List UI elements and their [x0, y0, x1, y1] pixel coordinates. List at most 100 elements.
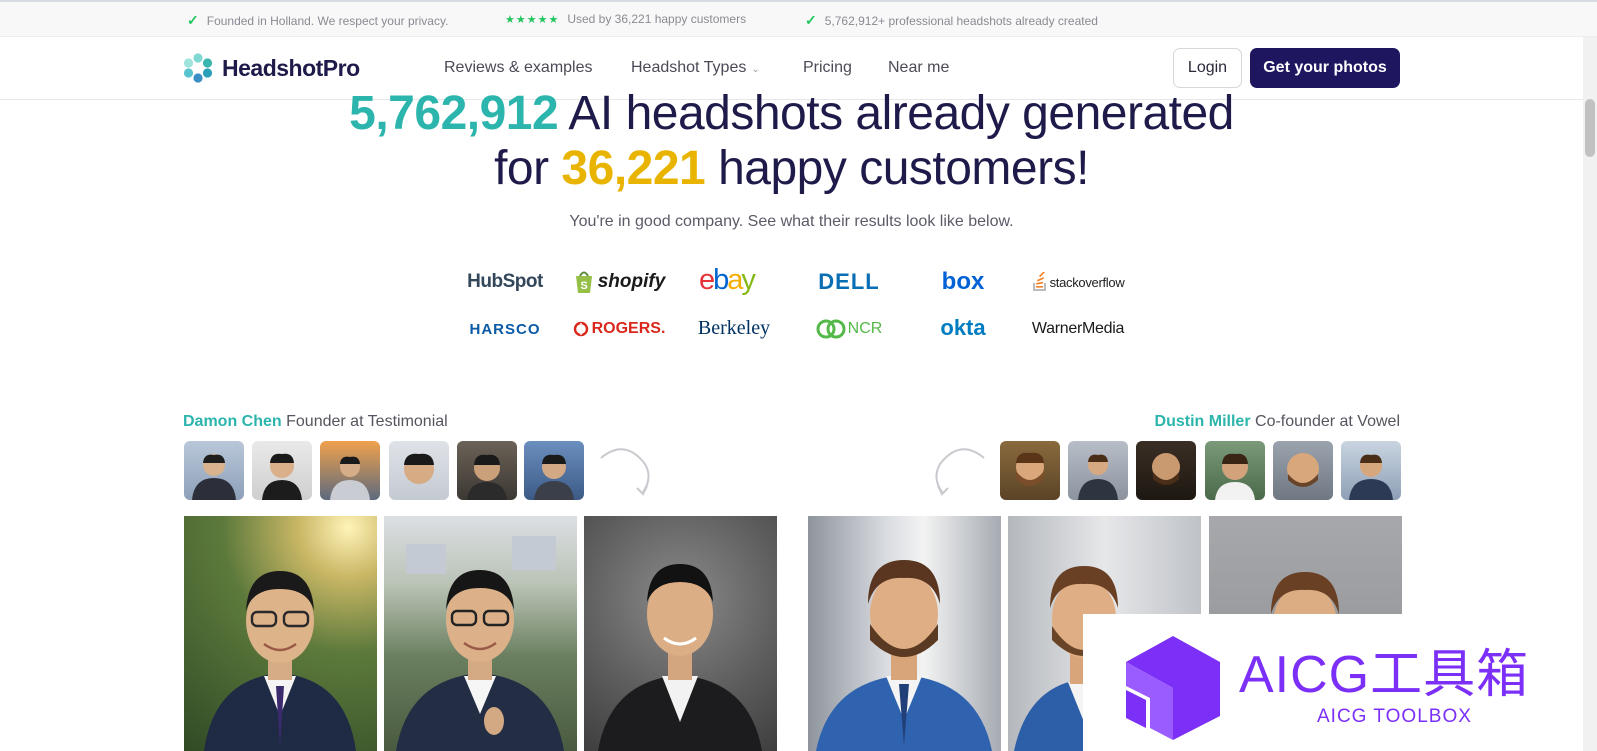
- nav-link-near-me[interactable]: Near me: [888, 59, 949, 77]
- person-icon: [1349, 454, 1393, 500]
- scrollbar-thumb[interactable]: [1585, 99, 1595, 157]
- hero-text: for: [494, 142, 562, 195]
- input-photo-thumbnail[interactable]: [1068, 441, 1128, 500]
- five-stars-icon: ★★★★★: [505, 13, 560, 26]
- shopify-bag-icon: S: [575, 271, 592, 293]
- aicg-cube-logo-icon: [1126, 636, 1220, 740]
- person-role: Founder at Testimonial: [286, 413, 448, 430]
- stackoverflow-icon: [1032, 272, 1046, 291]
- stackoverflow-logo: stackoverflow: [1024, 268, 1132, 296]
- rogers-logo: ROGERS.: [565, 315, 673, 343]
- person-icon: [330, 456, 370, 500]
- topbar-text: Founded in Holland. We respect your priv…: [206, 13, 449, 28]
- topbar-item-customers: ★★★★★ Used by 36,221 happy customers: [505, 12, 746, 26]
- hubspot-logo: HubSpot: [451, 268, 559, 296]
- dell-logo: DELL: [795, 268, 903, 296]
- logo-text: Berkeley: [697, 316, 771, 339]
- person-name: Dustin Miller: [1154, 413, 1251, 430]
- input-photo-thumbnail[interactable]: [252, 441, 312, 500]
- nav-link-pricing[interactable]: Pricing: [803, 59, 852, 77]
- input-photo-thumbnail[interactable]: [184, 441, 244, 500]
- headshot-count: 5,762,912: [349, 87, 559, 140]
- logo-text: HARSCO: [469, 320, 541, 338]
- person-icon: [467, 454, 507, 500]
- logo-text: WarnerMedia: [1031, 320, 1125, 337]
- person-icon: [534, 454, 574, 500]
- brand-logo[interactable]: HeadshotPro: [183, 53, 360, 83]
- person-icon: [262, 453, 302, 500]
- hero-heading-line-1: 5,762,912 AI headshots already generated: [0, 83, 1583, 145]
- check-icon: ✓: [187, 12, 199, 28]
- ncr-mark-icon: [816, 319, 846, 339]
- berkeley-logo: Berkeley: [680, 314, 788, 342]
- generated-headshot-image[interactable]: [808, 516, 1001, 751]
- rogers-swirl-icon: [573, 321, 588, 337]
- generated-headshot-image[interactable]: [384, 516, 577, 751]
- aicg-toolbox-watermark: AICG工具箱 AICG TOOLBOX: [1083, 614, 1583, 751]
- logo-text: ROGERS.: [591, 320, 666, 337]
- brand-name: HeadshotPro: [222, 54, 360, 81]
- nav-link-headshot-types[interactable]: Headshot Types ⌄: [631, 59, 760, 77]
- page-scrollbar[interactable]: [1583, 37, 1597, 751]
- input-photo-thumbnail[interactable]: [1273, 441, 1333, 500]
- get-photos-button[interactable]: Get your photos: [1250, 48, 1400, 88]
- hero-subtitle: You're in good company. See what their r…: [569, 213, 1014, 230]
- customer-count: 36,221: [561, 142, 706, 195]
- logo-text: shopify: [597, 271, 666, 292]
- generated-headshot-image[interactable]: [184, 516, 377, 751]
- watermark-subtitle: AICG TOOLBOX: [1317, 706, 1472, 727]
- input-photo-thumbnail[interactable]: [1000, 441, 1060, 500]
- okta-logo: okta: [909, 314, 1017, 342]
- chevron-down-icon: ⌄: [751, 64, 760, 75]
- logo-text: NCR: [847, 320, 883, 337]
- person-icon: [192, 454, 236, 500]
- generated-headshot-image[interactable]: [584, 516, 777, 751]
- box-logo: box: [909, 268, 1017, 296]
- input-photo-thumbnail[interactable]: [524, 441, 584, 500]
- nav-link-reviews[interactable]: Reviews & examples: [444, 59, 593, 77]
- testimonial-person-right: Dustin Miller Co-founder at Vowel: [1155, 413, 1400, 431]
- login-button[interactable]: Login: [1173, 48, 1242, 88]
- person-icon: [1152, 453, 1180, 485]
- person-in-suit-illustration: [204, 571, 356, 751]
- curved-arrow-icon: [935, 448, 985, 496]
- logo-text: stackoverflow: [1049, 274, 1125, 290]
- logo-text: DELL: [818, 269, 880, 294]
- person-icon: [1078, 454, 1118, 500]
- input-photo-thumbnail[interactable]: [1136, 441, 1196, 500]
- testimonial-person-left: Damon Chen Founder at Testimonial: [183, 413, 448, 431]
- input-photo-thumbnail[interactable]: [389, 441, 449, 500]
- person-in-suit-illustration: [598, 564, 762, 751]
- input-photo-thumbnail[interactable]: [1341, 441, 1401, 500]
- shopify-logo: S shopify: [565, 268, 673, 296]
- person-name: Damon Chen: [183, 413, 282, 430]
- harsco-logo: HARSCO: [451, 315, 559, 343]
- topbar-item-headshots: ✓ 5,762,912+ professional headshots alre…: [805, 12, 1098, 29]
- input-photo-thumbnail[interactable]: [1205, 441, 1265, 500]
- hero-heading-line-2: for 36,221 happy customers!: [0, 138, 1583, 200]
- check-icon: ✓: [805, 12, 817, 28]
- topbar-item-privacy: ✓ Founded in Holland. We respect your pr…: [187, 12, 448, 29]
- person-icon: [1287, 453, 1319, 487]
- input-photo-thumbnail[interactable]: [457, 441, 517, 500]
- person-icon: [404, 453, 434, 484]
- curved-arrow-icon: [600, 448, 650, 496]
- hero-text: AI headshots already generated: [558, 87, 1234, 140]
- watermark-title: AICG工具箱: [1239, 646, 1530, 704]
- announcement-bar: ✓ Founded in Holland. We respect your pr…: [0, 0, 1597, 37]
- logo-text: box: [941, 268, 985, 295]
- warnermedia-logo: WarnerMedia: [1024, 315, 1132, 343]
- nav-link-label: Headshot Types: [631, 59, 747, 76]
- headshotpro-logo-icon: [183, 53, 213, 83]
- input-photo-thumbnail[interactable]: [320, 441, 380, 500]
- ebay-wordmark: ebay: [699, 265, 758, 295]
- topbar-text: 5,762,912+ professional headshots alread…: [824, 13, 1098, 28]
- person-role: Co-founder at Vowel: [1255, 413, 1400, 430]
- person-icon: [1215, 453, 1255, 500]
- hero-text: happy customers!: [705, 142, 1089, 195]
- logo-text: HubSpot: [467, 271, 543, 292]
- person-icon: [1016, 452, 1044, 486]
- ncr-logo: NCR: [795, 315, 903, 343]
- svg-text:ebay: ebay: [699, 265, 756, 295]
- ebay-logo: ebay: [680, 265, 788, 295]
